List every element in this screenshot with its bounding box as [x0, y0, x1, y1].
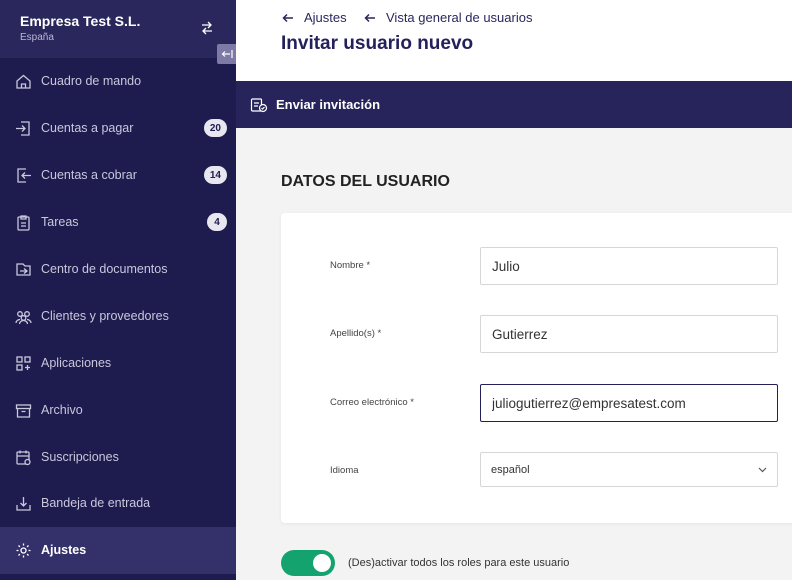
sidebar-item-label: Clientes y proveedores: [41, 308, 169, 323]
toggle-knob: [313, 554, 331, 572]
swap-icon[interactable]: [199, 20, 215, 36]
people-icon: [15, 310, 32, 324]
outgoing-icon: [17, 168, 31, 183]
sidebar-item-cuentas-a-pagar[interactable]: Cuentas a pagar 20: [0, 105, 236, 152]
inbox-icon: [16, 497, 31, 512]
sidebar-item-label: Cuadro de mando: [41, 74, 142, 89]
sidebar-item-centro-de-documentos[interactable]: Centro de documentos: [0, 246, 236, 293]
breadcrumb-label: Vista general de usuarios: [386, 10, 533, 25]
send-invitation-icon: [250, 97, 268, 112]
name-label: Nombre *: [330, 260, 371, 271]
sidebar-item-label: Archivo: [41, 402, 83, 417]
apps-icon: [16, 356, 31, 371]
roles-toggle-row: (Des)activar todos los roles para este u…: [281, 550, 569, 576]
breadcrumb-label: Ajustes: [304, 10, 347, 25]
count-badge: 20: [203, 119, 227, 138]
roles-toggle-label: (Des)activar todos los roles para este u…: [348, 557, 570, 569]
sidebar-item-archivo[interactable]: Archivo: [0, 386, 236, 433]
language-select[interactable]: español: [480, 452, 778, 487]
breadcrumb-ajustes[interactable]: Ajustes: [282, 10, 347, 25]
sidebar-item-label: Aplicaciones: [41, 355, 112, 370]
sidebar-item-clientes-y-proveedores[interactable]: Clientes y proveedores: [0, 292, 236, 339]
company-country: España: [20, 32, 54, 43]
count-badge: 4: [207, 213, 227, 232]
arrow-left-icon: [282, 13, 293, 22]
gear-icon: [16, 543, 31, 558]
sidebar-item-label: Ajustes: [41, 543, 87, 558]
page-header: Ajustes Vista general de usuarios Invita…: [236, 0, 792, 81]
archive-icon: [15, 404, 32, 418]
calendar-icon: [16, 450, 31, 465]
email-label: Correo electrónico *: [330, 397, 414, 408]
send-invitation-label: Enviar invitación: [276, 97, 381, 112]
surname-label: Apellido(s) *: [330, 328, 382, 339]
clipboard-icon: [17, 215, 30, 231]
sidebar: Empresa Test S.L. España Cuadro de mando…: [0, 0, 237, 580]
roles-toggle[interactable]: [281, 550, 335, 576]
sidebar-item-label: Tareas: [41, 215, 79, 230]
breadcrumb-vista-general[interactable]: Vista general de usuarios: [364, 10, 532, 25]
sidebar-item-cuadro-de-mando[interactable]: Cuadro de mando: [0, 58, 236, 105]
sidebar-nav: Cuadro de mando Cuentas a pagar 20 Cuent…: [0, 58, 236, 574]
action-bar: Enviar invitación: [236, 81, 792, 128]
arrow-left-icon: [364, 13, 375, 22]
language-selected-value: español: [491, 463, 530, 476]
sidebar-item-label: Cuentas a pagar: [41, 121, 134, 136]
section-title: DATOS DEL USUARIO: [281, 173, 450, 190]
home-icon: [16, 75, 31, 90]
email-input[interactable]: [480, 384, 778, 422]
sidebar-item-tareas[interactable]: Tareas 4: [0, 199, 236, 246]
page-title: Invitar usuario nuevo: [281, 33, 474, 54]
sidebar-item-bandeja-de-entrada[interactable]: Bandeja de entrada: [0, 480, 236, 527]
send-invitation-button[interactable]: Enviar invitación: [250, 97, 380, 113]
language-label: Idioma: [330, 465, 359, 476]
sidebar-item-aplicaciones[interactable]: Aplicaciones: [0, 339, 236, 386]
sidebar-item-cuentas-a-cobrar[interactable]: Cuentas a cobrar 14: [0, 152, 236, 199]
sidebar-item-label: Bandeja de entrada: [41, 496, 151, 511]
incoming-icon: [16, 121, 30, 136]
chevron-down-icon: [758, 467, 767, 472]
sidebar-item-ajustes[interactable]: Ajustes: [0, 526, 236, 574]
sidebar-item-label: Centro de documentos: [41, 262, 168, 276]
company-header: Empresa Test S.L. España: [0, 0, 236, 58]
company-name: Empresa Test S.L.: [20, 13, 141, 29]
documents-icon: [16, 263, 31, 276]
name-input[interactable]: [480, 247, 778, 285]
sidebar-item-label: Suscripciones: [41, 449, 119, 464]
sidebar-item-label: Cuentas a cobrar: [41, 168, 137, 183]
count-badge: 14: [203, 166, 227, 185]
user-data-card: Nombre * Apellido(s) * Correo electrónic…: [281, 213, 792, 523]
surname-input[interactable]: [480, 315, 778, 353]
sidebar-item-suscripciones[interactable]: Suscripciones: [0, 433, 236, 480]
